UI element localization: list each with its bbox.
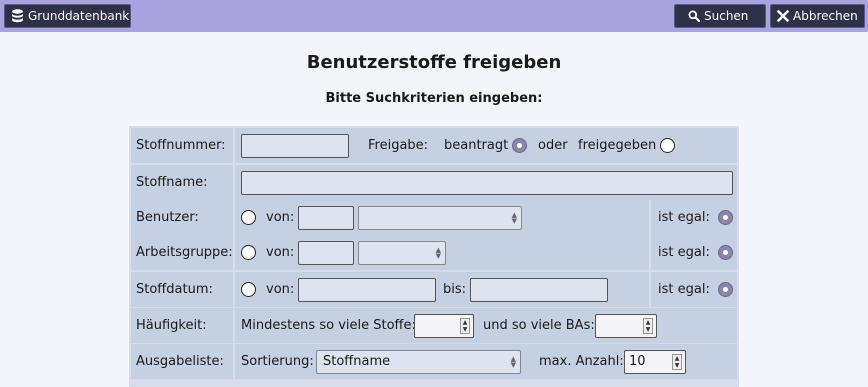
stoffname-label: Stoffname:	[131, 165, 235, 200]
stoffnummer-input[interactable]	[241, 134, 349, 158]
row-haeufigkeit: Häufigkeit: Mindestens so viele Stoffe: …	[131, 308, 737, 343]
sortierung-label: Sortierung:	[241, 354, 314, 369]
sortierung-select-value: Stoffname	[323, 354, 391, 369]
top-toolbar: Grunddatenbank Suchen Abbrechen	[0, 0, 868, 32]
benutzer-id-input[interactable]	[298, 206, 354, 230]
freigabe-freigegeben-radio[interactable]	[660, 138, 675, 153]
benutzer-select[interactable]: ▲ ▼	[358, 206, 522, 230]
row-benutzer: Benutzer: von: ▲ ▼ ist egal:	[131, 200, 737, 235]
freigabe-beantragt-radio[interactable]	[512, 138, 527, 153]
row-ausgabeliste: Ausgabeliste: Sortierung: Stoffname ▲ ▼ m…	[131, 344, 737, 379]
arbeitsgruppe-select[interactable]: ▲ ▼	[358, 241, 446, 265]
cancel-label: Abbrechen	[793, 9, 858, 23]
stoffdatum-egal-cell: ist egal:	[649, 272, 737, 307]
stoffdatum-bis-label: bis:	[443, 282, 467, 297]
row-stoffnummer: Stoffnummer: Freigabe: beantragt oder fr…	[131, 128, 737, 163]
search-label: Suchen	[704, 9, 749, 23]
max-anzahl-value: 10	[629, 354, 646, 369]
stoffdatum-von-label: von:	[266, 282, 295, 297]
freigabe-or-label: oder	[538, 138, 568, 153]
ausgabeliste-label: Ausgabeliste:	[131, 344, 235, 379]
stoffname-input[interactable]	[241, 171, 733, 195]
benutzer-von-label: von:	[266, 210, 295, 225]
benutzer-egal-label: ist egal:	[658, 210, 710, 225]
arbeitsgruppe-egal-radio[interactable]	[718, 245, 733, 260]
stoffdatum-to-input[interactable]	[470, 278, 608, 302]
database-icon	[11, 9, 24, 23]
stoffdatum-egal-radio[interactable]	[718, 282, 733, 297]
updown-arrows-icon: ▲ ▼	[435, 246, 441, 260]
grunddatenbank-label: Grunddatenbank	[28, 9, 130, 23]
stoffdatum-from-input[interactable]	[298, 278, 436, 302]
row-arbeitsgruppe: Arbeitsgruppe: von: ▲ ▼ ist egal:	[131, 235, 737, 270]
arbeitsgruppe-label: Arbeitsgruppe:	[131, 235, 235, 270]
sortierung-select[interactable]: Stoffname ▲ ▼	[316, 350, 521, 374]
benutzer-egal-radio[interactable]	[718, 210, 733, 225]
stoffnummer-label: Stoffnummer:	[131, 128, 235, 163]
min-stoffe-stepper[interactable]: ▲ ▼	[414, 314, 474, 338]
benutzer-egal-cell: ist egal:	[649, 200, 737, 235]
search-icon	[688, 10, 700, 22]
arbeitsgruppe-egal-label: ist egal:	[658, 245, 710, 260]
row-stoffdatum: Stoffdatum: von: bis: ist egal:	[131, 272, 737, 307]
updown-arrows-icon: ▲ ▼	[511, 211, 517, 225]
page-subtitle: Bitte Suchkriterien eingeben:	[325, 91, 543, 106]
benutzer-von-radio[interactable]	[241, 210, 256, 225]
freigabe-option-freigegeben-label: freigegeben	[578, 138, 657, 153]
spin-arrows-icon[interactable]: ▲ ▼	[672, 354, 682, 370]
arbeitsgruppe-egal-cell: ist egal:	[649, 235, 737, 270]
spin-arrows-icon[interactable]: ▲ ▼	[643, 318, 653, 334]
row-stoffname: Stoffname:	[131, 165, 737, 200]
stoffdatum-von-radio[interactable]	[241, 282, 256, 297]
min-bas-stepper[interactable]: ▲ ▼	[595, 314, 657, 338]
arbeitsgruppe-von-label: von:	[266, 245, 295, 260]
spin-arrows-icon[interactable]: ▲ ▼	[460, 318, 470, 334]
arbeitsgruppe-id-input[interactable]	[298, 241, 354, 265]
page-title: Benutzerstoffe freigeben	[306, 52, 562, 73]
stoffdatum-egal-label: ist egal:	[658, 282, 710, 297]
cancel-button[interactable]: Abbrechen	[770, 4, 865, 28]
search-form: Stoffnummer: Freigabe: beantragt oder fr…	[129, 126, 739, 387]
arbeitsgruppe-von-radio[interactable]	[241, 245, 256, 260]
grunddatenbank-button[interactable]: Grunddatenbank	[4, 4, 131, 28]
haeufigkeit-label: Häufigkeit:	[131, 308, 235, 343]
stoffdatum-label: Stoffdatum:	[131, 272, 235, 307]
updown-arrows-icon: ▲ ▼	[510, 355, 516, 369]
benutzer-label: Benutzer:	[131, 200, 235, 235]
min-bas-label: und so viele BAs:	[483, 318, 595, 333]
freigabe-option-beantragt-label: beantragt	[444, 138, 509, 153]
max-anzahl-stepper[interactable]: 10 ▲ ▼	[624, 350, 686, 374]
min-stoffe-label: Mindestens so viele Stoffe:	[241, 318, 416, 333]
close-icon	[777, 10, 789, 22]
freigabe-label: Freigabe:	[368, 138, 429, 153]
search-button[interactable]: Suchen	[674, 4, 766, 28]
max-anzahl-label: max. Anzahl:	[539, 354, 624, 369]
